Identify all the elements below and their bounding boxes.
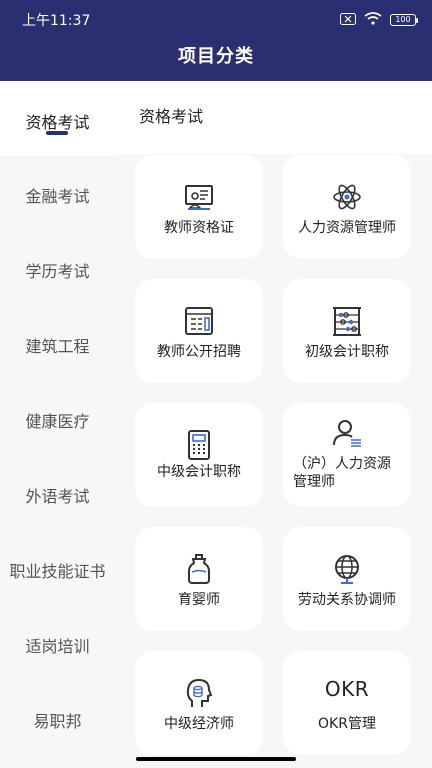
status-bar: 上午11:37 100 — [0, 0, 432, 36]
card-teacher-recruitment[interactable]: 教师公开招聘 — [135, 279, 263, 383]
card-label: 教师资格证 — [164, 220, 234, 236]
card-label: OKR管理 — [318, 716, 376, 732]
sidebar-item-healthcare[interactable]: 健康医疗 — [0, 408, 115, 432]
okr-icon: OKR — [324, 677, 370, 701]
card-label: 教师公开招聘 — [157, 344, 241, 360]
card-label: 人力资源管理师 — [298, 220, 396, 236]
user-list-icon — [331, 417, 363, 449]
sidebar-item-finance-exam[interactable]: 金融考试 — [0, 183, 115, 207]
card-intermediate-economist[interactable]: 中级经济师 — [135, 651, 263, 755]
card-childcare[interactable]: 育婴师 — [135, 527, 263, 631]
card-hr-manager[interactable]: 人力资源管理师 — [283, 155, 411, 259]
card-label: 初级会计职称 — [305, 344, 389, 360]
active-indicator — [46, 131, 68, 135]
calculator-icon — [183, 429, 215, 461]
calendar-form-icon — [183, 305, 215, 337]
card-shanghai-hr-manager[interactable]: （沪）人力资源管理师 — [283, 403, 411, 507]
atom-icon — [331, 181, 363, 213]
sidebar-item-label: 资格考试 — [25, 113, 90, 132]
baby-bottle-icon — [183, 553, 215, 585]
card-intermediate-accountant[interactable]: 中级会计职称 — [135, 403, 263, 507]
head-coins-icon — [183, 677, 215, 709]
card-label: 劳动关系协调师 — [298, 592, 396, 608]
page-title: 项目分类 — [178, 46, 254, 67]
card-label: 育婴师 — [178, 592, 220, 608]
status-icons: 100 — [340, 10, 418, 29]
globe-icon — [331, 553, 363, 585]
sidebar-item-qualification-exam[interactable]: 资格考试 — [0, 81, 115, 156]
card-label: 中级会计职称 — [157, 464, 241, 480]
category-sidebar: 资格考试 金融考试 学历考试 建筑工程 健康医疗 外语考试 职业技能证书 适岗培… — [0, 81, 115, 768]
app-header: 上午11:37 100 项目分类 — [0, 0, 432, 81]
card-label: 中级经济师 — [164, 716, 234, 732]
card-junior-accountant[interactable]: 初级会计职称 — [283, 279, 411, 383]
sidebar-item-job-training[interactable]: 适岗培训 — [0, 633, 115, 657]
home-indicator[interactable] — [136, 757, 296, 761]
wifi-icon — [364, 10, 382, 29]
category-content: 资格考试 教师资格证 人力资源管理师 教师公开招聘 初级会计职称 中级会计职称 — [115, 81, 432, 768]
sidebar-item-construction[interactable]: 建筑工程 — [0, 333, 115, 357]
status-time: 上午11:37 — [22, 13, 91, 29]
card-labor-relations[interactable]: 劳动关系协调师 — [283, 527, 411, 631]
card-okr-management[interactable]: OKR OKR管理 — [283, 651, 411, 755]
abacus-icon — [331, 305, 363, 337]
sim-icon — [340, 10, 356, 29]
sidebar-item-yizhibang[interactable]: 易职邦 — [0, 708, 115, 732]
sidebar-item-language-exam[interactable]: 外语考试 — [0, 483, 115, 507]
teacher-certificate-icon — [183, 181, 215, 213]
battery-icon: 100 — [390, 13, 418, 26]
sidebar-item-vocational-cert[interactable]: 职业技能证书 — [0, 558, 115, 582]
section-title: 资格考试 — [139, 107, 204, 126]
card-label: （沪）人力资源管理师 — [293, 456, 391, 490]
card-teacher-certificate[interactable]: 教师资格证 — [135, 155, 263, 259]
content-header: 资格考试 — [115, 81, 432, 154]
sidebar-item-education-exam[interactable]: 学历考试 — [0, 258, 115, 282]
